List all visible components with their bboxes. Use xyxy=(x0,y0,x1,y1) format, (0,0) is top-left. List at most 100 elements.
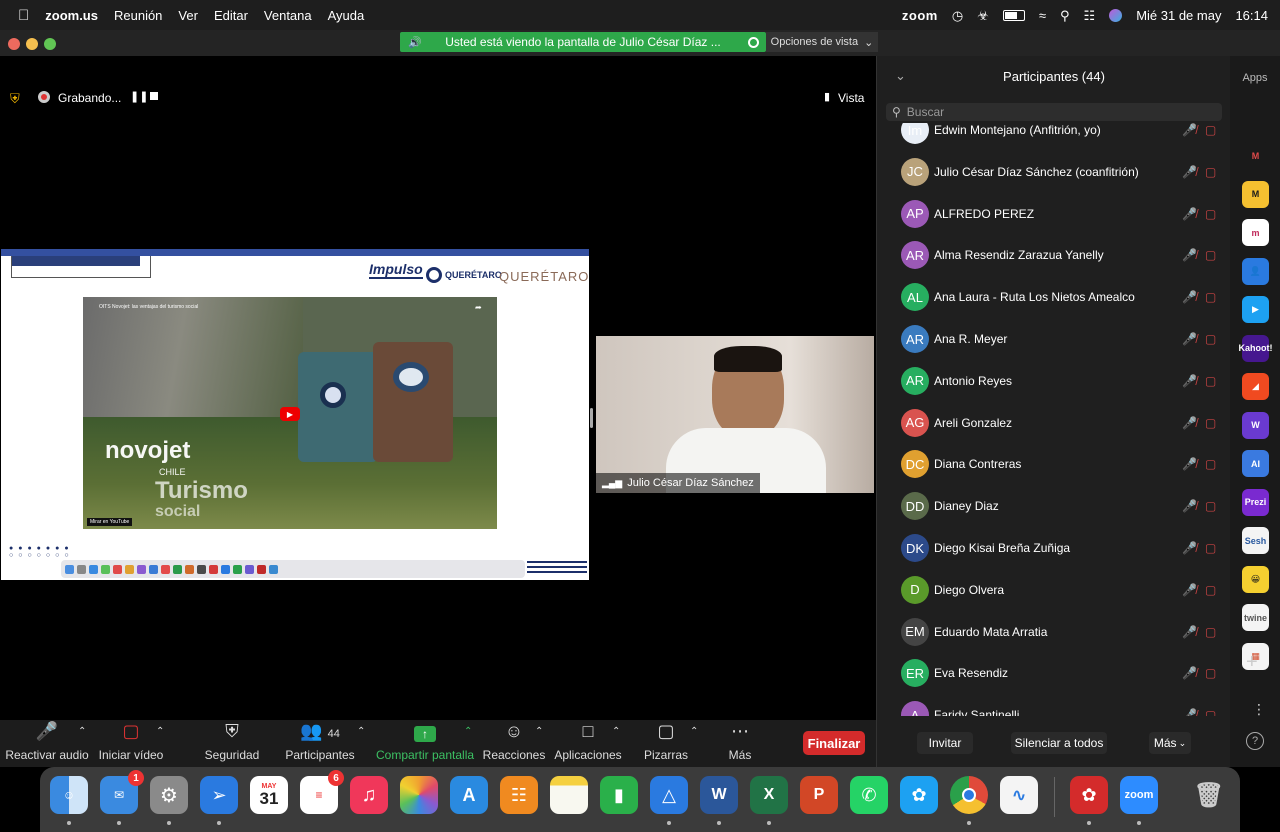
microphone-muted-icon[interactable]: 🎤̸ xyxy=(1182,625,1197,639)
battery-icon[interactable] xyxy=(1002,9,1025,21)
participant-row[interactable]: AR Alma Resendiz Zarazua Yanelly 🎤̸ ▢ xyxy=(877,234,1231,276)
app-icon[interactable]: W xyxy=(1242,411,1269,439)
video-off-icon[interactable]: ▢ xyxy=(1205,666,1216,680)
participants-options-caret-icon[interactable]: ⌃ xyxy=(357,726,365,737)
video-off-icon[interactable]: ▢ xyxy=(1205,207,1216,221)
video-off-icon[interactable]: ▢ xyxy=(1205,123,1216,137)
app-icon[interactable]: 👤 xyxy=(1242,257,1269,285)
apps-button[interactable]: □ Aplicaciones xyxy=(554,720,621,767)
participant-row[interactable]: D Diego Olvera 🎤̸ ▢ xyxy=(877,569,1231,611)
menu-item-ayuda[interactable]: Ayuda xyxy=(320,8,373,23)
microphone-muted-icon[interactable]: 🎤̸ xyxy=(1182,248,1197,262)
video-off-icon[interactable]: ▢ xyxy=(1205,625,1216,639)
speaker-video-tile[interactable]: ▂▄▆ Julio César Díaz Sánchez xyxy=(596,336,874,493)
participant-row[interactable]: DC Diana Contreras 🎤̸ ▢ xyxy=(877,443,1231,485)
twitter-icon[interactable]: ✿ xyxy=(900,776,938,814)
books-icon[interactable]: ☷ xyxy=(500,776,538,814)
participant-row[interactable]: EM Eduardo Mata Arratia 🎤̸ ▢ xyxy=(877,611,1231,653)
whiteboards-button[interactable]: ▢ Pizarras xyxy=(644,720,688,767)
participant-row[interactable]: JC Julio César Díaz Sánchez (coanfitrión)… xyxy=(877,151,1231,193)
menu-item-ventana[interactable]: Ventana xyxy=(256,8,320,23)
view-layout-icon[interactable]: ▮ xyxy=(824,90,830,103)
participants-search-input[interactable]: ⚲ Buscar xyxy=(886,103,1222,121)
app-icon[interactable]: M xyxy=(1242,180,1269,208)
view-options-dropdown[interactable]: Opciones de vista ⌄ xyxy=(766,32,878,52)
participant-row[interactable]: AR Antonio Reyes 🎤̸ ▢ xyxy=(877,360,1231,402)
microphone-muted-icon[interactable]: 🎤̸ xyxy=(1182,499,1197,513)
video-off-icon[interactable]: ▢ xyxy=(1205,708,1216,716)
finder-icon[interactable]: ☺ xyxy=(50,776,88,814)
participant-row[interactable]: DK Diego Kisai Breña Zuñiga 🎤̸ ▢ xyxy=(877,527,1231,569)
more-button[interactable]: ⋯ Más xyxy=(726,720,754,767)
app-icon[interactable]: ◢ xyxy=(1242,373,1269,400)
video-off-icon[interactable]: ▢ xyxy=(1205,583,1216,597)
notes-icon[interactable] xyxy=(550,776,588,814)
close-window-button[interactable] xyxy=(8,38,20,50)
app-icon[interactable]: Sesh xyxy=(1242,527,1269,554)
screen-share-banner[interactable]: 🔊 Usted está viendo la pantalla de Julio… xyxy=(400,32,766,52)
microphone-muted-icon[interactable]: 🎤̸ xyxy=(1182,290,1197,304)
music-icon[interactable]: ♫ xyxy=(350,776,388,814)
microphone-muted-icon[interactable]: 🎤̸ xyxy=(1182,708,1197,716)
video-off-icon[interactable]: ▢ xyxy=(1205,290,1216,304)
participant-row[interactable]: DD Dianey Diaz 🎤̸ ▢ xyxy=(877,485,1231,527)
app-icon[interactable]: Kahoot! xyxy=(1239,334,1273,362)
help-icon[interactable]: ? xyxy=(1246,732,1264,750)
word-icon[interactable]: W xyxy=(700,776,738,814)
app-icon[interactable]: M xyxy=(1242,142,1269,169)
microphone-muted-icon[interactable]: 🎤̸ xyxy=(1182,165,1197,179)
safari-icon[interactable]: ➢ xyxy=(200,776,238,814)
menu-item-reunion[interactable]: Reunión xyxy=(106,8,170,23)
history-icon[interactable]: ◷ xyxy=(952,9,963,22)
microphone-muted-icon[interactable]: 🎤̸ xyxy=(1182,666,1197,680)
end-meeting-button[interactable]: Finalizar xyxy=(803,731,865,755)
microphone-muted-icon[interactable]: 🎤̸ xyxy=(1182,583,1197,597)
embedded-video[interactable]: OITS Novojet: las ventajas del turismo s… xyxy=(83,297,497,529)
layout-divider-handle[interactable] xyxy=(590,408,593,428)
view-button[interactable]: Vista xyxy=(838,91,864,105)
stop-recording-icon[interactable] xyxy=(150,92,158,100)
excel-icon[interactable]: X xyxy=(750,776,788,814)
app-icon[interactable]: 😀 xyxy=(1242,565,1269,593)
mute-all-button[interactable]: Silenciar a todos xyxy=(1011,732,1107,754)
more-vertical-icon[interactable]: ⋮ xyxy=(1252,701,1266,718)
apple-icon[interactable]:  xyxy=(10,7,37,24)
microphone-muted-icon[interactable]: 🎤̸ xyxy=(1182,416,1197,430)
calendar-icon[interactable]: MAY 31 xyxy=(250,776,288,814)
photos-icon[interactable] xyxy=(400,776,438,814)
security-shield-icon[interactable]: ⛨ xyxy=(10,91,20,107)
microphone-muted-icon[interactable]: 🎤̸ xyxy=(1182,123,1197,137)
participant-row[interactable]: A Faridy Santinelli 🎤̸ ▢ xyxy=(877,694,1231,716)
app-icon[interactable]: m xyxy=(1242,219,1269,246)
share-video-icon[interactable]: ➦ xyxy=(475,303,482,312)
microphone-muted-icon[interactable]: 🎤̸ xyxy=(1182,541,1197,555)
participant-row[interactable]: AL Ana Laura - Ruta Los Nietos Amealco 🎤̸ ▢ xyxy=(877,276,1231,318)
youtube-link[interactable]: Mirar en YouTube xyxy=(87,518,133,526)
video-off-icon[interactable]: ▢ xyxy=(1205,457,1216,471)
zoom-window-button[interactable] xyxy=(44,38,56,50)
menu-item-editar[interactable]: Editar xyxy=(206,8,256,23)
app-store-icon[interactable]: A xyxy=(450,776,488,814)
airdrop-icon[interactable]: ☣ xyxy=(977,9,989,22)
freeform-icon[interactable]: ∿ xyxy=(1000,776,1038,814)
more-options-button[interactable]: Más ⌄ xyxy=(1149,732,1191,754)
video-off-icon[interactable]: ▢ xyxy=(1205,541,1216,555)
microphone-muted-icon[interactable]: 🎤̸ xyxy=(1182,457,1197,471)
participant-row[interactable]: ER Eva Resendiz 🎤̸ ▢ xyxy=(877,652,1231,694)
app-icon[interactable]: twine xyxy=(1242,604,1269,631)
participant-row[interactable]: AR Ana R. Meyer 🎤̸ ▢ xyxy=(877,318,1231,360)
chrome-icon[interactable] xyxy=(950,776,988,814)
zoom-status-label[interactable]: zoom xyxy=(902,8,938,23)
menu-item-ver[interactable]: Ver xyxy=(170,8,206,23)
whatsapp-icon[interactable]: ✆ xyxy=(850,776,888,814)
microphone-muted-icon[interactable]: 🎤̸ xyxy=(1182,374,1197,388)
time-label[interactable]: 16:14 xyxy=(1235,8,1268,23)
shared-screen[interactable]: Impulso QUERÉTARO QUERÉTARO OITS Novojet… xyxy=(1,249,589,580)
microphone-muted-icon[interactable]: 🎤̸ xyxy=(1182,207,1197,221)
acrobat-icon[interactable]: ✿ xyxy=(1070,776,1108,814)
video-off-icon[interactable]: ▢ xyxy=(1205,165,1216,179)
siri-icon[interactable] xyxy=(1109,8,1123,22)
app-icon[interactable]: AI xyxy=(1242,450,1269,477)
participant-row[interactable]: Im Edwin Montejano (Anfitrión, yo) 🎤̸ ▢ xyxy=(877,123,1231,151)
zoom-icon[interactable]: zoom xyxy=(1120,776,1158,814)
